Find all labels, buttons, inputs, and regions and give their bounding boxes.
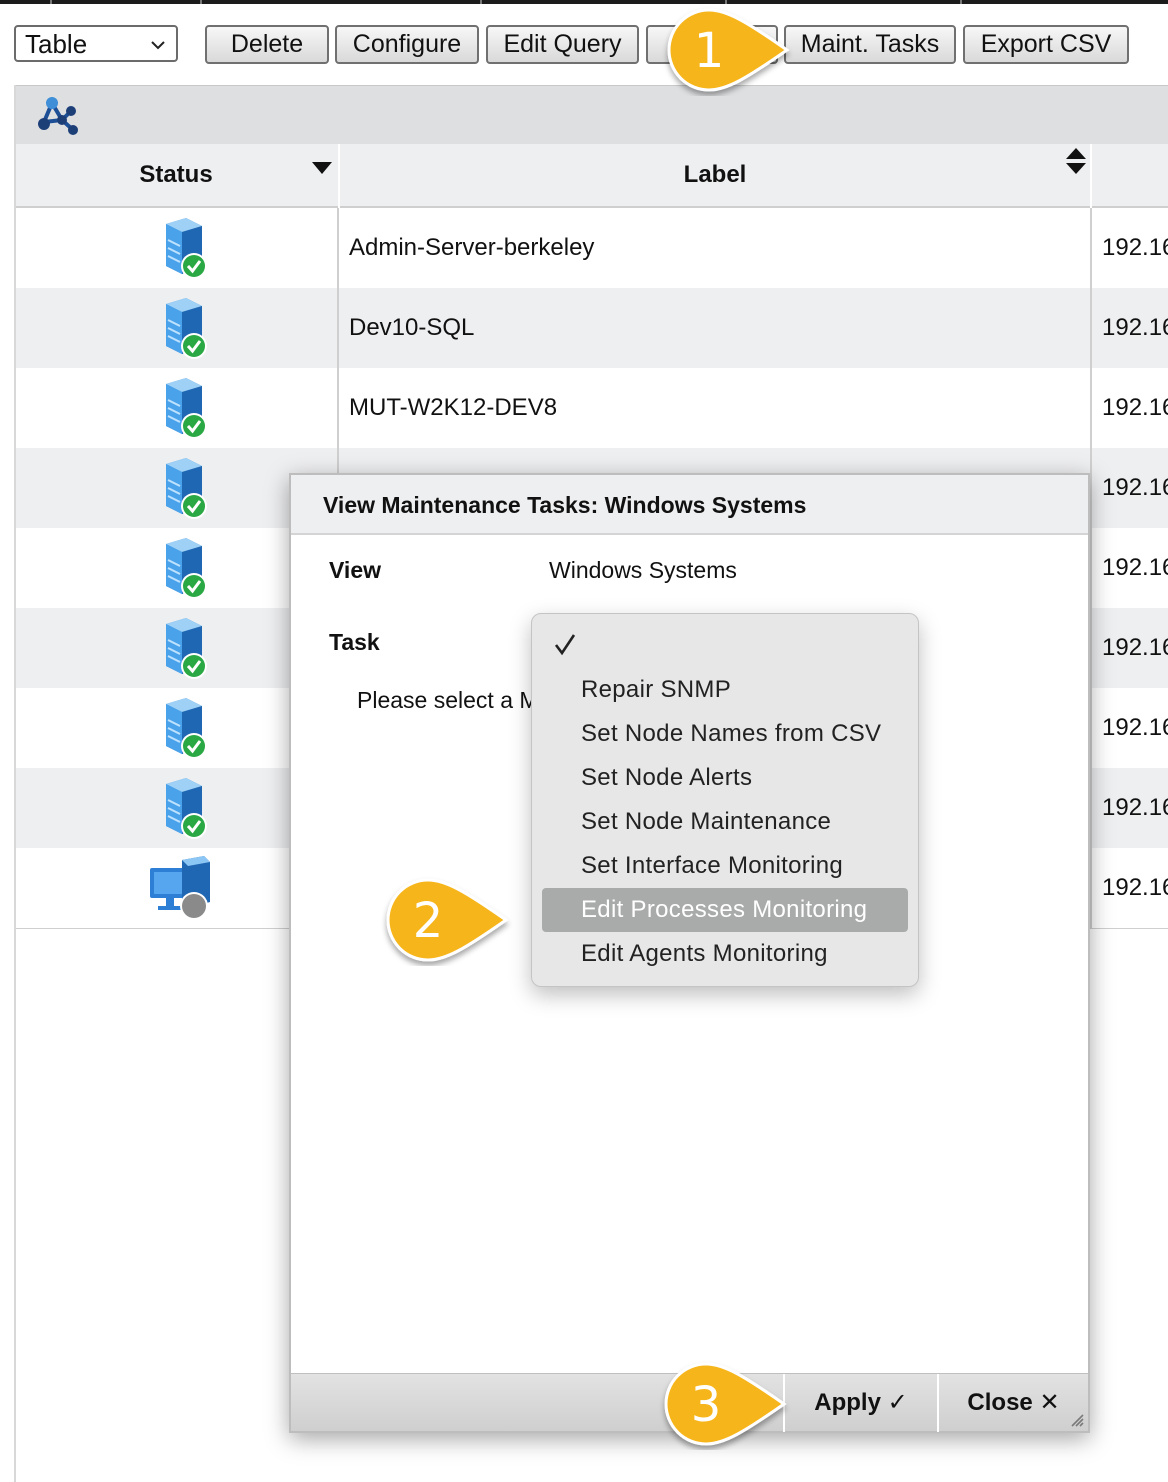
configure-button[interactable]: Configure bbox=[335, 25, 479, 64]
table-row[interactable]: Admin-Server-berkeley 192.16 bbox=[14, 208, 1168, 288]
callout-number: 1 bbox=[693, 23, 725, 79]
server-status-ok-icon bbox=[166, 298, 207, 359]
server-status-ok-icon bbox=[166, 698, 207, 759]
edit-query-button[interactable]: Edit Query bbox=[486, 25, 639, 64]
column-divider bbox=[1090, 208, 1092, 928]
node-label: MUT-W2K12-DEV8 bbox=[349, 394, 558, 421]
task-menu-item[interactable]: Edit Processes Monitoring bbox=[542, 888, 908, 932]
ip-column-header[interactable] bbox=[1092, 144, 1168, 208]
sort-descending-icon[interactable] bbox=[312, 162, 332, 174]
node-ip: 192.16 bbox=[1102, 874, 1168, 901]
table-row[interactable]: MUT-W2K12-DEV8 192.16 bbox=[14, 368, 1168, 448]
callout-number: 2 bbox=[412, 893, 444, 949]
task-menu-item[interactable]: Repair SNMP bbox=[542, 668, 908, 712]
node-ip: 192.16 bbox=[1102, 554, 1168, 581]
callout-badge: 1 bbox=[657, 6, 793, 96]
top-border bbox=[0, 0, 1168, 4]
maint-tasks-button[interactable]: Maint. Tasks bbox=[784, 25, 956, 64]
export-csv-button[interactable]: Export CSV bbox=[963, 25, 1129, 64]
task-menu-item[interactable]: Set Node Names from CSV bbox=[542, 712, 908, 756]
node-label: Admin-Server-berkeley bbox=[349, 234, 595, 261]
view-type-select[interactable]: Table bbox=[14, 25, 178, 62]
table-row[interactable]: Dev10-SQL 192.16 bbox=[14, 288, 1168, 368]
status-cell bbox=[14, 288, 338, 368]
apply-button[interactable]: Apply ✓ bbox=[783, 1374, 937, 1432]
chevron-down-icon bbox=[151, 41, 165, 50]
label-column-label: Label bbox=[683, 161, 747, 188]
callout-number: 3 bbox=[690, 1377, 722, 1433]
task-dropdown-menu[interactable]: Repair SNMP Set Node Names from CSV Set No… bbox=[531, 613, 919, 987]
server-status-ok-icon bbox=[166, 778, 207, 839]
status-cell bbox=[14, 208, 338, 288]
dialog-title: View Maintenance Tasks: Windows Systems bbox=[291, 475, 1088, 535]
status-column-label: Status bbox=[139, 161, 213, 188]
label-column-header[interactable]: Label bbox=[340, 144, 1090, 208]
node-ip: 192.16 bbox=[1102, 474, 1168, 501]
close-button[interactable]: Close ✕ bbox=[937, 1374, 1088, 1432]
server-status-ok-icon bbox=[166, 218, 207, 279]
callout-badge: 3 bbox=[656, 1360, 792, 1450]
view-type-value: Table bbox=[25, 29, 88, 59]
task-label: Task bbox=[329, 629, 380, 655]
checkmark-icon bbox=[554, 634, 576, 656]
view-label: View bbox=[329, 557, 381, 583]
node-ip: 192.16 bbox=[1102, 794, 1168, 821]
node-ip: 192.16 bbox=[1102, 634, 1168, 661]
view-value: Windows Systems bbox=[549, 557, 737, 583]
server-status-ok-icon bbox=[166, 458, 207, 519]
grid-header-bar bbox=[14, 85, 1168, 144]
status-cell bbox=[14, 368, 338, 448]
sort-both-icon[interactable] bbox=[1066, 148, 1086, 174]
node-ip: 192.16 bbox=[1102, 314, 1168, 341]
server-status-ok-icon bbox=[166, 618, 207, 679]
grid-left-border bbox=[14, 85, 16, 1482]
task-menu-item[interactable]: Set Node Maintenance bbox=[542, 800, 908, 844]
delete-button[interactable]: Delete bbox=[205, 25, 329, 64]
task-hint-text: Please select a M bbox=[357, 687, 539, 713]
server-status-ok-icon bbox=[166, 378, 207, 439]
node-ip: 192.16 bbox=[1102, 714, 1168, 741]
status-column-header[interactable]: Status bbox=[14, 144, 338, 208]
resize-grip-icon[interactable] bbox=[1068, 1411, 1084, 1427]
node-ip: 192.16 bbox=[1102, 394, 1168, 421]
callout-badge: 2 bbox=[378, 876, 514, 966]
network-topology-icon[interactable] bbox=[34, 94, 80, 138]
node-ip: 192.16 bbox=[1102, 234, 1168, 261]
task-menu-item[interactable]: Set Node Alerts bbox=[542, 756, 908, 800]
task-menu-item[interactable]: Edit Agents Monitoring bbox=[542, 932, 908, 976]
node-label: Dev10-SQL bbox=[349, 314, 475, 341]
computer-status-unknown-icon bbox=[150, 856, 210, 920]
server-status-ok-icon bbox=[166, 538, 207, 599]
task-menu-item[interactable]: Set Interface Monitoring bbox=[542, 844, 908, 888]
